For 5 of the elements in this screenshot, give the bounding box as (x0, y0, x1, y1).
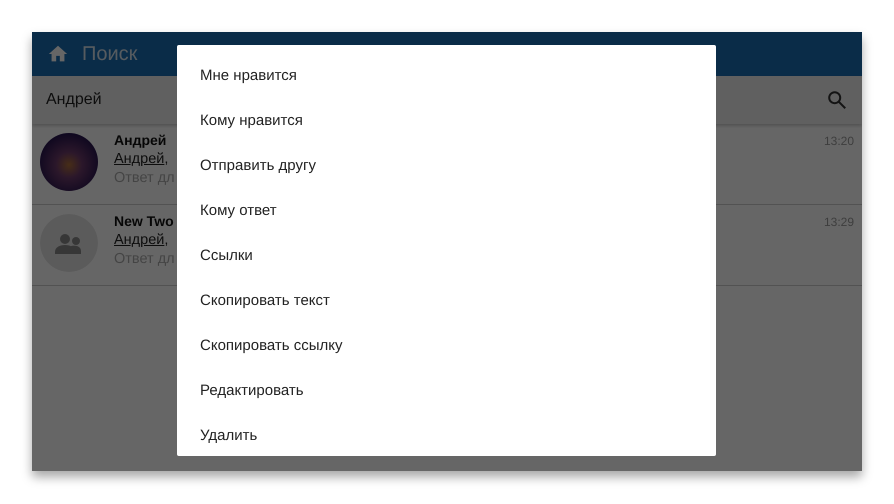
conversation-title: Андрей (114, 132, 166, 148)
app-title: Поиск (82, 42, 138, 66)
conversation-title: New Two (114, 213, 174, 229)
message-preview: , (164, 151, 168, 167)
message-preview: , (164, 232, 168, 248)
